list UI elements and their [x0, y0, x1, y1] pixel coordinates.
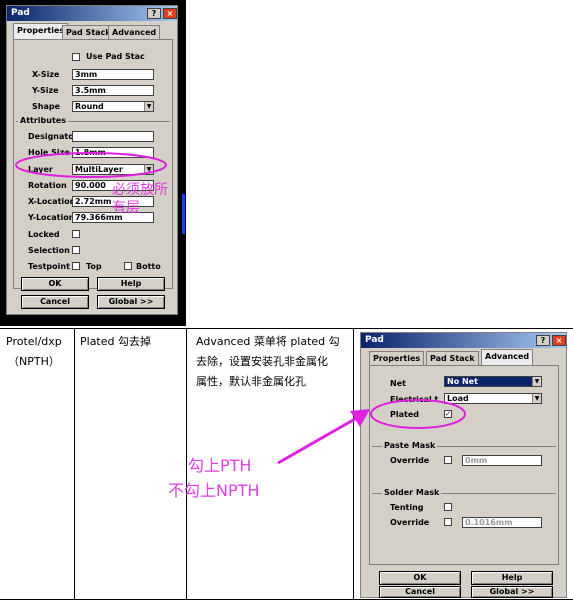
paste-override-input[interactable]: 0mm — [462, 455, 542, 466]
global-button[interactable]: Global >> — [471, 586, 553, 598]
chevron-down-icon[interactable]: ▼ — [144, 102, 153, 111]
close-button[interactable]: × — [163, 8, 177, 19]
tab-advanced[interactable]: Advanced — [108, 25, 161, 39]
tenting-checkbox[interactable] — [444, 503, 452, 511]
net-select[interactable]: No Net ▼ — [444, 376, 542, 387]
use-pad-stack-checkbox[interactable] — [72, 53, 80, 61]
testpoint-bottom-checkbox[interactable] — [124, 262, 132, 270]
xsize-label: X-Size — [32, 70, 60, 79]
col3-text-line3: 属性，默认非金属化孔 — [196, 375, 306, 388]
selection-checkbox[interactable] — [72, 246, 80, 254]
testpoint-label: Testpoint — [28, 262, 70, 271]
ysize-input[interactable]: 3.5mm — [72, 85, 154, 96]
plated-highlight-ellipse — [370, 399, 466, 429]
npth-note: 不勾上NPTH — [168, 481, 260, 500]
must-all-layers-note: 必须放所有层 — [112, 182, 168, 216]
dialog-title: Pad — [365, 335, 384, 345]
chevron-down-icon[interactable]: ▼ — [532, 394, 541, 403]
close-button[interactable]: × — [552, 335, 566, 346]
help-title-button[interactable]: ? — [147, 8, 161, 19]
col3-text-line1: Advanced 菜单将 plated 勾 — [196, 335, 340, 348]
locked-checkbox[interactable] — [72, 230, 80, 238]
tab-properties[interactable]: Properties — [13, 23, 69, 39]
solder-override-input[interactable]: 0.1016mm — [462, 517, 542, 528]
use-pad-stack-label: Use Pad Stac — [86, 52, 145, 61]
tab-pad-stack[interactable]: Pad Stack — [426, 351, 479, 365]
pointer-arrow — [277, 409, 370, 465]
testpoint-top-label: Top — [86, 262, 102, 271]
layer-highlight-ellipse — [15, 152, 167, 178]
selection-label: Selection — [28, 246, 70, 255]
ok-button[interactable]: OK — [379, 571, 461, 585]
paste-override-checkbox[interactable] — [444, 456, 452, 464]
help-button[interactable]: Help — [471, 571, 553, 585]
testpoint-top-checkbox[interactable] — [72, 262, 80, 270]
rotation-label: Rotation — [28, 181, 67, 190]
col2-text: Plated 勾去掉 — [80, 335, 151, 348]
designator-input[interactable] — [72, 131, 154, 142]
testpoint-bottom-label: Botto — [136, 262, 161, 271]
shape-select[interactable]: Round ▼ — [72, 101, 154, 112]
advanced-panel: Net No Net ▼ Electrical t Load ▼ Plated ✓ … — [369, 365, 559, 565]
solder-mask-label: Solder Mask — [382, 488, 442, 497]
table-top-border — [0, 328, 573, 329]
col3-text-line2: 去除，设置安装孔非金属化 — [196, 355, 328, 368]
tab-properties[interactable]: Properties — [369, 351, 425, 365]
pcb-trace — [182, 194, 185, 234]
dialog-title: Pad — [11, 8, 30, 18]
tenting-label: Tenting — [390, 503, 424, 512]
pth-note: 勾上PTH — [188, 456, 252, 475]
paste-override-label: Override — [390, 456, 430, 465]
solder-override-checkbox[interactable] — [444, 518, 452, 526]
ysize-label: Y-Size — [32, 86, 59, 95]
table-col-divider-2 — [186, 328, 187, 600]
attributes-label: Attributes — [18, 116, 68, 125]
chevron-down-icon[interactable]: ▼ — [532, 377, 541, 386]
xsize-input[interactable]: 3mm — [72, 69, 154, 80]
shape-label: Shape — [32, 102, 61, 111]
net-label: Net — [390, 379, 406, 388]
help-title-button[interactable]: ? — [536, 335, 550, 346]
designator-label: Designator — [28, 132, 78, 141]
tab-pad-stack[interactable]: Pad Stack — [62, 25, 115, 39]
xloc-label: X-Location — [28, 197, 76, 206]
tab-advanced[interactable]: Advanced — [481, 349, 534, 365]
table-col-divider-1 — [74, 328, 75, 600]
table-bottom-border — [0, 599, 573, 600]
col1-text-line2: （NPTH） — [8, 355, 60, 368]
col1-text-line1: Protel/dxp — [6, 335, 62, 348]
cancel-button[interactable]: Cancel — [379, 586, 461, 598]
help-button[interactable]: Help — [97, 277, 165, 291]
global-button[interactable]: Global >> — [97, 295, 165, 309]
pad-advanced-dialog: Pad ? × Properties Pad Stack Advanced Ne… — [360, 332, 567, 598]
ok-button[interactable]: OK — [21, 277, 89, 291]
cancel-button[interactable]: Cancel — [21, 295, 89, 309]
locked-label: Locked — [28, 230, 60, 239]
yloc-label: Y-Location — [28, 213, 75, 222]
paste-mask-label: Paste Mask — [382, 441, 438, 450]
solder-override-label: Override — [390, 518, 430, 527]
